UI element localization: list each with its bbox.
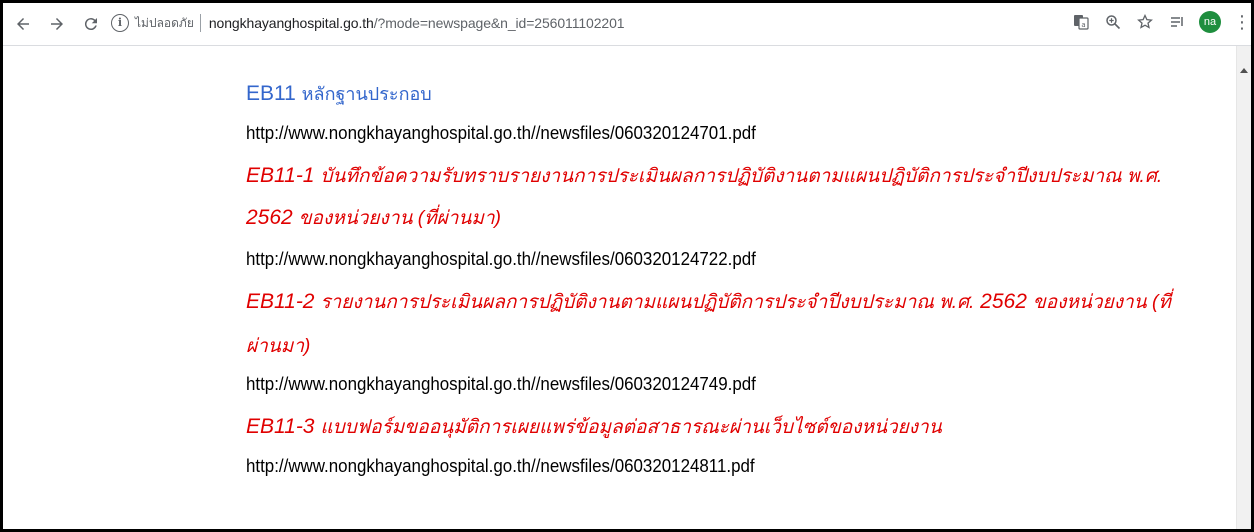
url-path: /?mode=newspage&n_id=256011102201: [373, 15, 625, 31]
profile-avatar[interactable]: na: [1199, 11, 1221, 33]
arrow-left-icon: [17, 18, 29, 30]
info-icon[interactable]: i: [111, 14, 129, 32]
item-title-cont: ของหน่วยงาน (ที่ผ่านมา): [298, 208, 501, 229]
pdf-link-3[interactable]: http://www.nongkhayanghospital.go.th//ne…: [246, 374, 756, 395]
vertical-scrollbar[interactable]: [1236, 46, 1251, 529]
url-text[interactable]: nongkhayanghospital.go.th/?mode=newspage…: [209, 15, 625, 31]
item-eb11-2-continued[interactable]: ผ่านมา): [246, 331, 310, 361]
item-code: EB11-3: [246, 415, 315, 438]
address-bar[interactable]: i ไม่ปลอดภัย nongkhayanghospital.go.th/?…: [111, 7, 1161, 39]
reload-button[interactable]: [79, 12, 103, 36]
item-eb11-2[interactable]: EB11-2 รายงานการประเมินผลการปฏิบัติงานตา…: [246, 287, 1171, 317]
address-separator: [199, 14, 201, 32]
browser-toolbar: i ไม่ปลอดภัย nongkhayanghospital.go.th/?…: [3, 3, 1251, 46]
item-year: 2562: [246, 206, 293, 229]
item-code: EB11-1: [246, 164, 315, 187]
browser-window: i ไม่ปลอดภัย nongkhayanghospital.go.th/?…: [0, 0, 1254, 532]
item-eb11-3[interactable]: EB11-3 แบบฟอร์มขออนุมัติการเผยแพร่ข้อมูล…: [246, 412, 942, 442]
translate-button[interactable]: a: [1071, 12, 1091, 32]
bookmark-button[interactable]: [1135, 12, 1155, 32]
item-code: EB11-2: [246, 290, 315, 313]
translate-icon: a: [1074, 15, 1089, 30]
toolbar-actions: a na ⋮: [1071, 11, 1251, 33]
forward-button[interactable]: [45, 12, 69, 36]
svg-text:a: a: [1081, 21, 1085, 29]
section-heading[interactable]: EB11 หลักฐานประกอบ: [246, 79, 432, 108]
reading-list-button[interactable]: [1167, 12, 1187, 32]
star-icon: [1137, 14, 1153, 29]
item-title-cont: ผ่านมา): [246, 336, 311, 357]
item-title: บันทึกข้อความรับทราบรายงานการประเมินผลกา…: [320, 166, 1163, 187]
pdf-link-2[interactable]: http://www.nongkhayanghospital.go.th//ne…: [246, 249, 756, 270]
menu-kebab-icon[interactable]: ⋮: [1233, 12, 1251, 32]
item-eb11-1[interactable]: EB11-1 บันทึกข้อความรับทราบรายงานการประเ…: [246, 161, 1162, 191]
zoom-icon: [1106, 15, 1121, 30]
pdf-link-4[interactable]: http://www.nongkhayanghospital.go.th//ne…: [246, 456, 755, 477]
pdf-link-1[interactable]: http://www.nongkhayanghospital.go.th//ne…: [246, 123, 756, 144]
item-title: รายงานการประเมินผลการปฏิบัติงานตามแผนปฏิ…: [320, 292, 975, 313]
heading-title: หลักฐานประกอบ: [301, 84, 432, 104]
zoom-button[interactable]: [1103, 12, 1123, 32]
item-title-cont: ของหน่วยงาน (ที่: [1032, 292, 1171, 313]
heading-code: EB11: [246, 82, 296, 105]
item-eb11-1-continued[interactable]: 2562 ของหน่วยงาน (ที่ผ่านมา): [246, 203, 501, 233]
item-year: 2562: [980, 290, 1027, 313]
item-title: แบบฟอร์มขออนุมัติการเผยแพร่ข้อมูลต่อสาธา…: [320, 417, 942, 438]
back-button[interactable]: [11, 12, 35, 36]
arrow-right-icon: [51, 18, 63, 30]
reading-list-icon: [1171, 17, 1183, 27]
reload-icon: [84, 18, 97, 31]
security-label[interactable]: ไม่ปลอดภัย: [135, 14, 194, 33]
url-host: nongkhayanghospital.go.th: [208, 15, 374, 31]
scroll-up-arrow-icon[interactable]: [1240, 68, 1248, 73]
